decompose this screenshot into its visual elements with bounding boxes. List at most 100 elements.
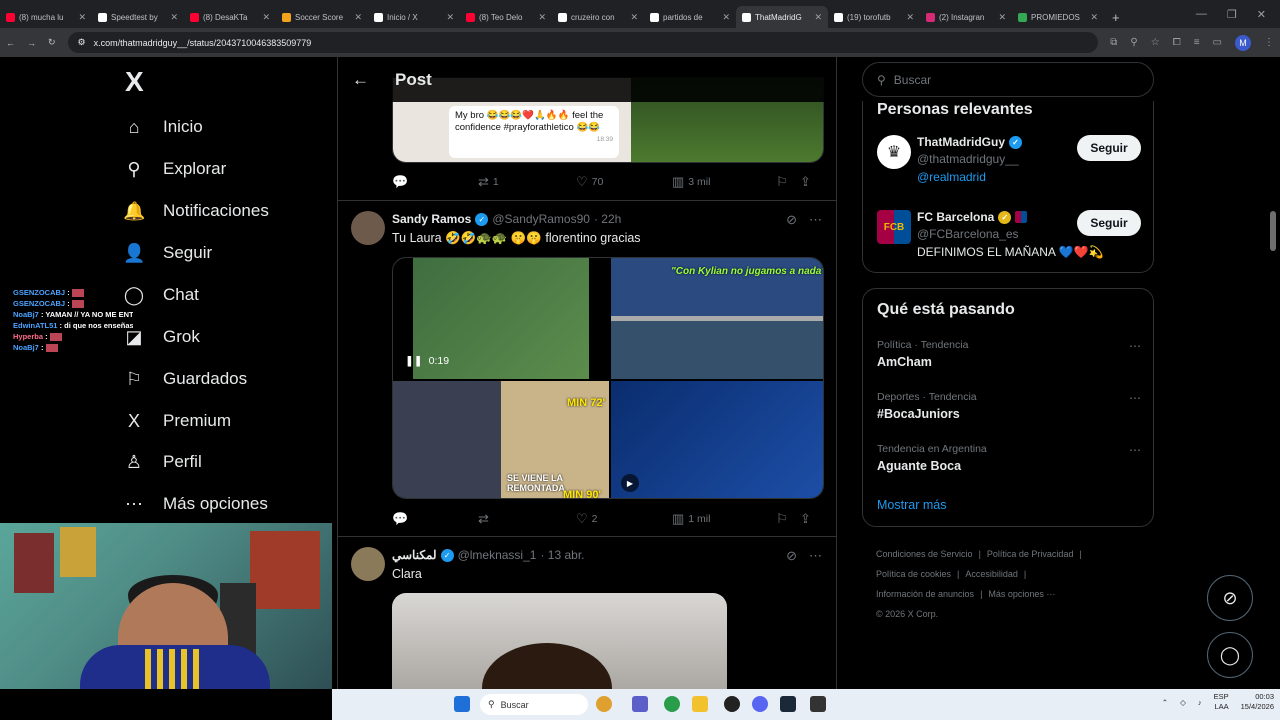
steam-icon[interactable] bbox=[780, 696, 796, 712]
zoom-icon[interactable]: ⚲ bbox=[1130, 37, 1137, 48]
file-explorer-icon[interactable] bbox=[692, 696, 708, 712]
clock[interactable]: 00:03 15/4/2026 bbox=[1241, 692, 1274, 712]
tweet-time[interactable]: · 22h bbox=[594, 212, 621, 226]
reload-icon[interactable]: ↻ bbox=[48, 37, 56, 48]
nav-item-explorar[interactable]: ⚲ Explorar bbox=[123, 154, 226, 184]
obs-icon[interactable] bbox=[724, 696, 740, 712]
close-window-button[interactable]: ✕ bbox=[1257, 8, 1266, 21]
browser-menu-icon[interactable]: ⋮ bbox=[1264, 37, 1274, 48]
share-button[interactable]: ⇪ bbox=[800, 511, 811, 527]
browser-tab[interactable]: Soccer Score ✕ bbox=[276, 6, 368, 28]
teams-icon[interactable] bbox=[632, 696, 648, 712]
like-button[interactable]: ♡ 70 bbox=[576, 174, 672, 190]
tweet-image[interactable] bbox=[392, 593, 727, 689]
extensions-icon[interactable]: ⧠ bbox=[1173, 37, 1181, 48]
views-button[interactable]: ▥ 1 mil bbox=[672, 511, 776, 527]
footer-link[interactable]: Accesibilidad bbox=[965, 569, 1018, 579]
nav-item-notificaciones[interactable]: 🔔 Notificaciones bbox=[123, 196, 269, 226]
tab-close-icon[interactable]: ✕ bbox=[446, 12, 454, 23]
speaker-icon[interactable]: ♪ bbox=[1198, 698, 1202, 707]
video-thumbnail[interactable]: ❚❚ 0:19 bbox=[393, 258, 609, 379]
tab-close-icon[interactable]: ✕ bbox=[814, 12, 822, 23]
search-input[interactable]: ⚲ Buscar bbox=[862, 62, 1154, 97]
bookmark-button[interactable]: ⚐ bbox=[776, 511, 800, 527]
footer-link[interactable]: Condiciones de Servicio bbox=[876, 549, 973, 559]
nav-item-perfil[interactable]: ♙ Perfil bbox=[123, 447, 202, 477]
tab-close-icon[interactable]: ✕ bbox=[262, 12, 270, 23]
author-handle[interactable]: @SandyRamos90 bbox=[492, 212, 590, 226]
share-button[interactable]: ⇪ bbox=[800, 174, 811, 190]
scrollbar-thumb[interactable] bbox=[1270, 211, 1276, 251]
maximize-button[interactable]: ❐ bbox=[1227, 8, 1237, 21]
browser-tab[interactable]: (8) DesaKTa ✕ bbox=[184, 6, 276, 28]
views-button[interactable]: ▥ 3 mil bbox=[672, 174, 776, 190]
more-icon[interactable]: ⋯ bbox=[1129, 443, 1141, 457]
browser-tab[interactable]: partidos de ✕ bbox=[644, 6, 736, 28]
video-controls[interactable]: ❚❚ 0:19 bbox=[405, 355, 449, 367]
site-info-icon[interactable]: ⚙ bbox=[78, 37, 86, 48]
nav-item-premium[interactable]: X Premium bbox=[123, 406, 231, 436]
trend-item[interactable]: Deportes · Tendencia #BocaJuniors ⋯ bbox=[877, 391, 1141, 421]
person-bio[interactable]: @realmadrid bbox=[917, 170, 986, 184]
author-name[interactable]: Sandy Ramos bbox=[392, 212, 471, 226]
footer-link[interactable]: Política de cookies bbox=[876, 569, 951, 579]
bookmark-button[interactable]: ⚐ bbox=[776, 174, 800, 190]
person-name[interactable]: ThatMadridGuy bbox=[917, 135, 1005, 149]
tab-close-icon[interactable]: ✕ bbox=[722, 12, 730, 23]
media-image[interactable]: MIN 72' SE VIENE LA REMONTADA MIN 90' bbox=[393, 381, 609, 498]
tab-close-icon[interactable]: ✕ bbox=[354, 12, 362, 23]
grok-icon[interactable]: ⊘ bbox=[786, 212, 797, 228]
trend-item[interactable]: Política · Tendencia AmCham ⋯ bbox=[877, 339, 1141, 369]
nav-item-guardados[interactable]: ⚐ Guardados bbox=[123, 364, 247, 394]
reading-list-icon[interactable]: ≡ bbox=[1194, 37, 1200, 48]
follow-button[interactable]: Seguir bbox=[1077, 210, 1141, 236]
video-thumbnail[interactable]: ▶ bbox=[611, 381, 823, 498]
sidebar-icon[interactable]: ▭ bbox=[1213, 37, 1222, 48]
tab-close-icon[interactable]: ✕ bbox=[78, 12, 86, 23]
tab-close-icon[interactable]: ✕ bbox=[906, 12, 914, 23]
tab-close-icon[interactable]: ✕ bbox=[538, 12, 546, 23]
chevron-up-icon[interactable]: ⌃ bbox=[1162, 698, 1168, 707]
browser-tab[interactable]: (8) Teo Delo ✕ bbox=[460, 6, 552, 28]
tab-close-icon[interactable]: ✕ bbox=[998, 12, 1006, 23]
nav-item-inicio[interactable]: ⌂ Inicio bbox=[123, 112, 203, 142]
more-icon[interactable]: ⋯ bbox=[809, 548, 822, 564]
back-icon[interactable]: ← bbox=[6, 38, 15, 48]
more-icon[interactable]: ⋯ bbox=[809, 212, 822, 228]
browser-tab[interactable]: (19) torofutb ✕ bbox=[828, 6, 920, 28]
person-handle[interactable]: @thatmadridguy__ bbox=[917, 152, 1019, 166]
browser-tab[interactable]: cruzeiro con ✕ bbox=[552, 6, 644, 28]
browser-tab[interactable]: (2) Instagran ✕ bbox=[920, 6, 1012, 28]
grok-fab-icon[interactable]: ⊘ bbox=[1207, 575, 1253, 621]
page-scrollbar[interactable] bbox=[1270, 61, 1276, 681]
retweet-button[interactable]: ⇄ 1 bbox=[478, 174, 576, 190]
trend-item[interactable]: Tendencia en Argentina Aguante Boca ⋯ bbox=[877, 443, 1141, 473]
browser-tab[interactable]: ThatMadridG ✕ bbox=[736, 6, 828, 28]
nav-item-chat[interactable]: ◯ Chat bbox=[123, 280, 199, 310]
profile-avatar[interactable]: M bbox=[1235, 34, 1251, 51]
follow-button[interactable]: Seguir bbox=[1077, 135, 1141, 161]
tab-close-icon[interactable]: ✕ bbox=[1090, 12, 1098, 23]
reply-button[interactable]: 💬 bbox=[392, 511, 478, 527]
footer-link[interactable]: Más opciones ··· bbox=[988, 589, 1055, 599]
tweet-time[interactable]: · 13 abr. bbox=[540, 548, 584, 562]
install-app-icon[interactable]: ⧉ bbox=[1110, 37, 1117, 48]
footer-link[interactable]: Información de anuncios bbox=[876, 589, 974, 599]
terminal-icon[interactable] bbox=[810, 696, 826, 712]
avatar[interactable] bbox=[351, 211, 385, 245]
chrome-icon[interactable] bbox=[664, 696, 680, 712]
forward-icon[interactable]: → bbox=[27, 38, 36, 48]
play-icon[interactable]: ▶ bbox=[621, 474, 639, 492]
footer-link[interactable]: © 2026 X Corp. bbox=[876, 609, 938, 619]
network-icon[interactable]: ◇ bbox=[1180, 698, 1186, 707]
like-button[interactable]: ♡ 2 bbox=[576, 511, 672, 527]
footer-link[interactable]: Política de Privacidad bbox=[987, 549, 1074, 559]
media-image[interactable]: "Con Kylian no jugamos a nada" bbox=[611, 258, 823, 379]
person-handle[interactable]: @FCBarcelona_es bbox=[917, 227, 1019, 241]
url-field[interactable]: ⚙ x.com/thatmadridguy__/status/204371004… bbox=[67, 32, 1099, 53]
tab-close-icon[interactable]: ✕ bbox=[630, 12, 638, 23]
more-icon[interactable]: ⋯ bbox=[1129, 339, 1141, 353]
x-logo-icon[interactable]: X bbox=[125, 66, 144, 98]
widget-icon[interactable] bbox=[596, 696, 612, 712]
grok-icon[interactable]: ⊘ bbox=[786, 548, 797, 564]
